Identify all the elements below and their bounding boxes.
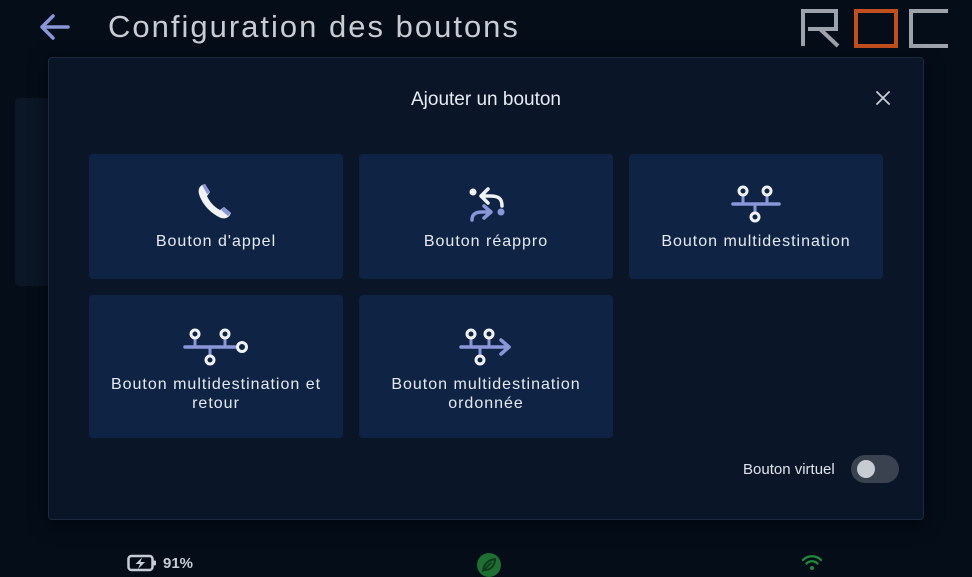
battery-level: 91% <box>163 554 194 572</box>
battery-charging-icon <box>127 554 156 572</box>
call-button-option[interactable]: Bouton d'appel <box>89 154 343 279</box>
swap-arrows-icon <box>469 187 505 222</box>
option-label: Bouton multidestination ordonnée <box>391 376 581 412</box>
close-icon <box>876 91 890 105</box>
arrow-left-icon <box>40 14 70 40</box>
virtual-button-label: Bouton virtuel <box>743 461 835 478</box>
dialog-title: Ajouter un bouton <box>410 89 561 110</box>
option-label: Bouton multidestination <box>661 233 851 250</box>
option-label: Bouton réappro <box>423 233 549 250</box>
wifi-icon <box>801 555 823 570</box>
option-label: Bouton d'appel <box>155 233 277 250</box>
status-bar: 91% <box>0 540 972 577</box>
multidestination-button-option[interactable]: Bouton multidestination <box>629 154 883 279</box>
toggle-knob <box>857 460 875 478</box>
leaf-icon <box>477 553 501 577</box>
close-button[interactable] <box>873 88 893 108</box>
battery-status: 91% <box>127 554 193 572</box>
multidestination-return-button-option[interactable]: Bouton multidestination et retour <box>89 295 343 438</box>
back-button[interactable] <box>36 10 72 44</box>
top-bar: Configuration des boutons <box>0 0 972 56</box>
page-title: Configuration des boutons <box>108 9 520 44</box>
replenish-button-option[interactable]: Bouton réappro <box>359 154 613 279</box>
phone-icon <box>198 184 231 219</box>
multidestination-icon <box>731 185 781 223</box>
virtual-button-toggle[interactable] <box>851 455 899 483</box>
roc-logo <box>801 9 948 48</box>
add-button-dialog: Ajouter un bouton Bouton d'appel Bouton … <box>48 57 924 520</box>
multidestination-ordered-button-option[interactable]: Bouton multidestination ordonnée <box>359 295 613 438</box>
multidestination-return-icon <box>183 328 248 366</box>
multidestination-ordered-icon <box>459 328 511 366</box>
option-label: Bouton multidestination et retour <box>110 376 322 412</box>
